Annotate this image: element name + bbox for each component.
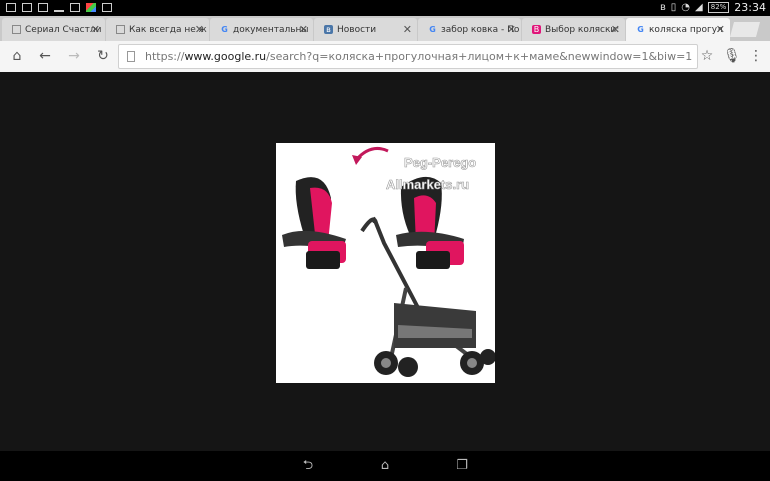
- close-icon[interactable]: ✕: [611, 23, 620, 36]
- bag-notification-icon: [102, 3, 112, 12]
- back-nav-icon[interactable]: ⮌: [300, 459, 316, 473]
- stroller-illustration: Peg-Perego Allmarkets.ru: [282, 147, 495, 377]
- keyboard-notification-icon: [70, 3, 80, 12]
- back-icon[interactable]: ←: [37, 48, 53, 64]
- close-icon[interactable]: ✕: [507, 23, 516, 36]
- checkbox-notification-icon: [6, 3, 16, 12]
- clock: 23:34: [734, 1, 766, 14]
- watermark-line-2: Allmarkets.ru: [386, 177, 469, 192]
- browser-toolbar: ⌂ ← → ↻ https://www.google.ru/search?q=к…: [0, 41, 770, 73]
- sim-icon: ▯: [670, 2, 677, 13]
- android-navigation-bar: ⮌ ⌂ ❐: [0, 451, 770, 481]
- tab-2[interactable]: Как всегда не ж ✕: [106, 18, 209, 41]
- home-icon[interactable]: ⌂: [9, 48, 25, 64]
- tab-6[interactable]: B Выбор коляски: ✕: [522, 18, 625, 41]
- recent-apps-icon[interactable]: ❐: [454, 459, 470, 473]
- tab-strip: Сериал Счастли ✕ Как всегда не ж ✕ G док…: [0, 16, 770, 41]
- url-text[interactable]: https://www.google.ru/search?q=коляска+п…: [145, 50, 693, 63]
- vk-icon: в: [324, 25, 333, 34]
- home-nav-icon[interactable]: ⌂: [377, 459, 393, 473]
- tab-7-active[interactable]: G коляска прогул ✕: [626, 18, 730, 41]
- bookmark-star-icon[interactable]: ☆: [699, 48, 715, 64]
- reload-icon[interactable]: ↻: [95, 48, 111, 64]
- google-icon: G: [637, 25, 644, 34]
- page-icon: [127, 51, 135, 62]
- pink-b-icon: B: [532, 25, 541, 34]
- google-icon: G: [429, 25, 436, 34]
- menu-icon[interactable]: ⋮: [748, 48, 764, 64]
- status-bar: ʙ ▯ ◔ ◢ 82% 23:34: [0, 0, 770, 16]
- tab-5[interactable]: G забор ковка - По ✕: [418, 18, 521, 41]
- gallery-notification-icon: [38, 3, 48, 12]
- signal-icon: ◢: [695, 2, 703, 13]
- watermark-line-1: Peg-Perego: [404, 155, 476, 170]
- close-icon[interactable]: ✕: [403, 23, 412, 36]
- close-icon[interactable]: ✕: [299, 23, 308, 36]
- battery-indicator: 82%: [707, 2, 730, 13]
- address-bar[interactable]: https://www.google.ru/search?q=коляска+п…: [118, 44, 698, 69]
- tab-4[interactable]: в Новости ✕: [314, 18, 417, 41]
- forward-icon[interactable]: →: [66, 48, 82, 64]
- wifi-icon: ◔: [681, 2, 691, 13]
- close-icon[interactable]: ✕: [195, 23, 204, 36]
- stroller-image[interactable]: Peg-Perego Allmarkets.ru: [276, 143, 495, 383]
- tab-1[interactable]: Сериал Счастли ✕: [2, 18, 105, 41]
- close-icon[interactable]: ✕: [716, 23, 725, 36]
- screenshot-notification-icon: [22, 3, 32, 12]
- google-icon: G: [221, 25, 228, 34]
- photo-notification-icon: [86, 3, 96, 12]
- tab-3[interactable]: G документальны ✕: [210, 18, 313, 41]
- page-icon: [12, 25, 21, 34]
- download-notification-icon: [54, 3, 64, 12]
- system-status: ʙ ▯ ◔ ◢ 82% 23:34: [660, 1, 766, 14]
- page-icon: [116, 25, 125, 34]
- notification-icons: [6, 3, 112, 12]
- microphone-icon[interactable]: 🎙: [723, 48, 741, 64]
- close-icon[interactable]: ✕: [91, 23, 100, 36]
- bluetooth-icon: ʙ: [659, 2, 666, 13]
- new-tab-button[interactable]: [729, 22, 761, 37]
